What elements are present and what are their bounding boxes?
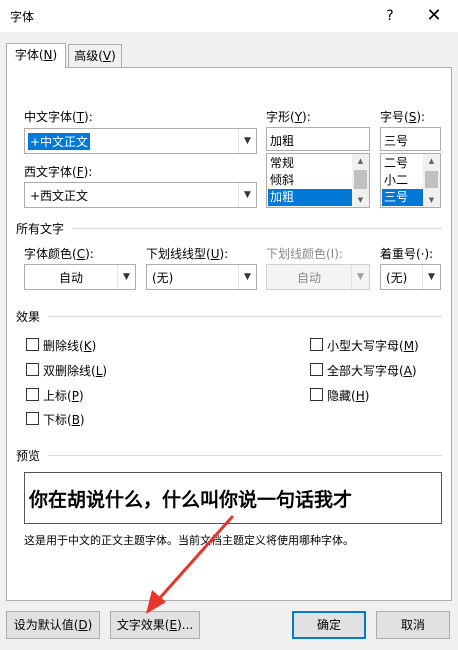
list-item[interactable]: 倾斜 bbox=[268, 172, 352, 189]
chevron-down-icon[interactable]: ▼ bbox=[117, 265, 135, 289]
list-item[interactable]: 常规 bbox=[268, 155, 352, 172]
cancel-button[interactable]: 取消 bbox=[376, 611, 450, 639]
divider bbox=[72, 228, 442, 229]
chinese-font-select[interactable]: +中文正文 ▼ bbox=[24, 128, 257, 154]
western-font-select[interactable]: +西文正文 ▼ bbox=[24, 182, 257, 208]
divider bbox=[48, 455, 442, 456]
subscript-label[interactable]: 下标(B) bbox=[43, 411, 85, 428]
emphasis-select[interactable]: (无) ▼ bbox=[380, 264, 441, 290]
preview-box: 你在胡说什么，什么叫你说一句话我才 bbox=[24, 472, 442, 524]
subscript-checkbox[interactable] bbox=[26, 412, 39, 425]
underline-color-label: 下划线颜色(I): bbox=[266, 247, 343, 261]
scroll-down-icon[interactable]: ▼ bbox=[423, 193, 440, 207]
font-size-input[interactable]: 三号 bbox=[380, 127, 441, 151]
effects-heading: 效果 bbox=[16, 310, 41, 324]
font-style-list[interactable]: 常规 倾斜 加粗 ▲ ▼ bbox=[266, 153, 370, 208]
western-font-label: 西文字体(F): bbox=[24, 165, 93, 179]
divider bbox=[48, 316, 442, 317]
chevron-down-icon: ▼ bbox=[351, 265, 369, 289]
hidden-label[interactable]: 隐藏(H) bbox=[327, 387, 369, 404]
scroll-thumb[interactable] bbox=[425, 171, 438, 188]
close-icon[interactable]: ✕ bbox=[420, 3, 448, 29]
dialog-title: 字体 bbox=[10, 10, 35, 24]
all-caps-checkbox[interactable] bbox=[310, 363, 323, 376]
preview-heading: 预览 bbox=[16, 449, 41, 463]
preview-note: 这是用于中文的正文主题字体。当前文档主题定义将使用哪种字体。 bbox=[24, 534, 354, 547]
scroll-up-icon[interactable]: ▲ bbox=[352, 154, 369, 168]
double-strikethrough-checkbox[interactable] bbox=[26, 363, 39, 376]
font-size-list[interactable]: 二号 小二 三号 ▲ ▼ bbox=[380, 153, 441, 208]
scroll-down-icon[interactable]: ▼ bbox=[352, 193, 369, 207]
list-item[interactable]: 三号 bbox=[382, 189, 423, 206]
ok-button[interactable]: 确定 bbox=[292, 611, 366, 639]
chevron-down-icon[interactable]: ▼ bbox=[238, 183, 256, 207]
font-size-label: 字号(S): bbox=[380, 110, 426, 124]
strikethrough-checkbox[interactable] bbox=[26, 338, 39, 351]
small-caps-label[interactable]: 小型大写字母(M) bbox=[327, 337, 419, 354]
chinese-font-value: +中文正文 bbox=[28, 133, 91, 150]
list-item[interactable]: 加粗 bbox=[268, 189, 352, 206]
font-style-label: 字形(Y): bbox=[266, 110, 311, 124]
tab-font[interactable]: 字体(N) bbox=[6, 43, 66, 68]
all-text-heading: 所有文字 bbox=[16, 222, 65, 236]
font-color-select[interactable]: 自动 ▼ bbox=[24, 264, 136, 290]
strikethrough-label[interactable]: 删除线(K) bbox=[43, 337, 96, 354]
double-strikethrough-label[interactable]: 双删除线(L) bbox=[43, 362, 107, 379]
all-caps-label[interactable]: 全部大写字母(A) bbox=[327, 362, 417, 379]
small-caps-checkbox[interactable] bbox=[310, 338, 323, 351]
western-font-value: +西文正文 bbox=[30, 189, 89, 203]
emphasis-label: 着重号(·): bbox=[380, 247, 434, 261]
hidden-checkbox[interactable] bbox=[310, 388, 323, 401]
underline-color-select: 自动 ▼ bbox=[266, 264, 370, 290]
list-item[interactable]: 二号 bbox=[382, 155, 423, 172]
underline-style-select[interactable]: (无) ▼ bbox=[146, 264, 257, 290]
superscript-checkbox[interactable] bbox=[26, 388, 39, 401]
font-style-input[interactable]: 加粗 bbox=[266, 127, 370, 151]
chevron-down-icon[interactable]: ▼ bbox=[422, 265, 440, 289]
help-button[interactable]: ? bbox=[376, 3, 404, 29]
scroll-up-icon[interactable]: ▲ bbox=[423, 154, 440, 168]
chinese-font-label: 中文字体(T): bbox=[24, 110, 93, 124]
scrollbar[interactable]: ▲ ▼ bbox=[423, 154, 440, 207]
font-color-label: 字体颜色(C): bbox=[24, 247, 94, 261]
chevron-down-icon[interactable]: ▼ bbox=[238, 265, 256, 289]
scroll-thumb[interactable] bbox=[354, 170, 367, 189]
tab-advanced[interactable]: 高级(V) bbox=[68, 44, 122, 68]
set-default-button[interactable]: 设为默认值(D) bbox=[6, 611, 100, 639]
text-effects-button[interactable]: 文字效果(E)... bbox=[110, 611, 200, 639]
scrollbar[interactable]: ▲ ▼ bbox=[352, 154, 369, 207]
superscript-label[interactable]: 上标(P) bbox=[43, 387, 84, 404]
list-item[interactable]: 小二 bbox=[382, 172, 423, 189]
underline-style-label: 下划线线型(U): bbox=[146, 247, 229, 261]
preview-text: 你在胡说什么，什么叫你说一句话我才 bbox=[29, 489, 353, 511]
chevron-down-icon[interactable]: ▼ bbox=[238, 129, 256, 153]
